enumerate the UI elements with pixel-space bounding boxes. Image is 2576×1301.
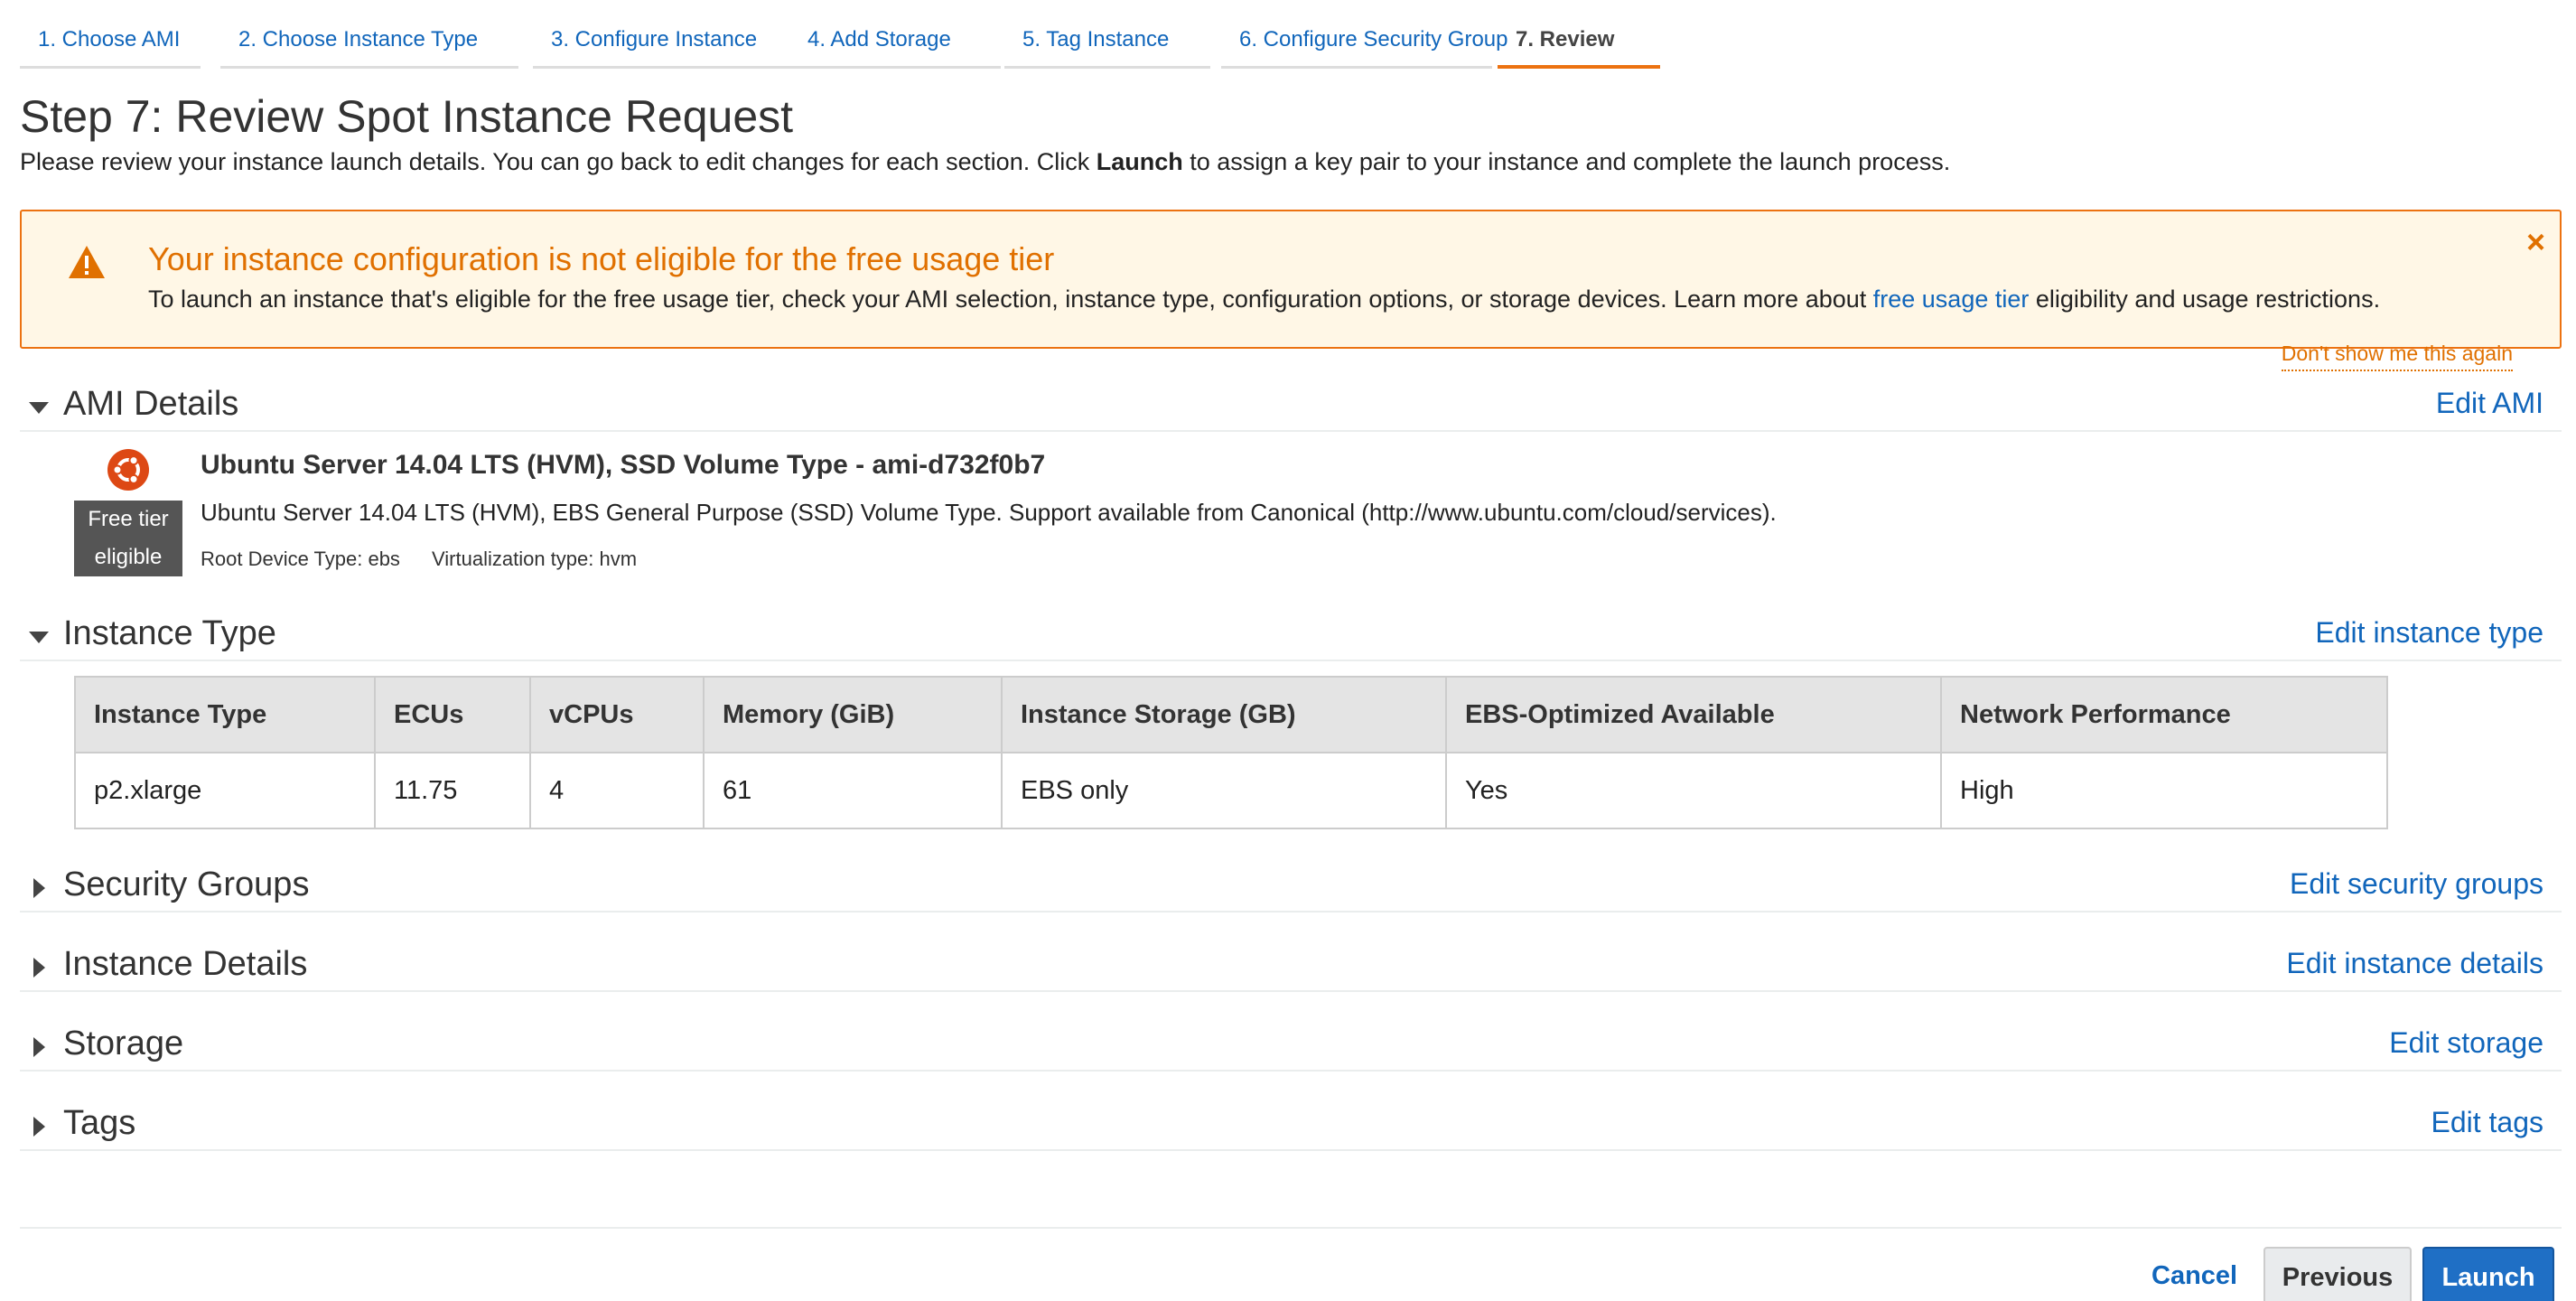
tab-configure-instance[interactable]: 3. Configure Instance: [533, 16, 789, 69]
warning-title: Your instance configuration is not eligi…: [148, 240, 1055, 277]
tab-choose-instance-type[interactable]: 2. Choose Instance Type: [220, 16, 518, 69]
column-header: Network Performance: [1940, 676, 2388, 753]
table-cell: 61: [703, 752, 1003, 829]
section-instance-details[interactable]: Instance Details Edit instance details: [20, 940, 2562, 992]
section-ami-details[interactable]: AMI Details Edit AMI: [20, 379, 2562, 432]
section-title-instance-details: Instance Details: [63, 945, 308, 983]
caret-right-icon: [33, 958, 45, 978]
column-header: ECUs: [374, 676, 531, 753]
edit-instance-type-link[interactable]: Edit instance type: [2315, 616, 2543, 650]
column-header: Instance Storage (GB): [1001, 676, 1447, 753]
subtitle-text-before: Please review your instance launch detai…: [20, 148, 1097, 175]
edit-instance-details-link[interactable]: Edit instance details: [2286, 947, 2543, 980]
wizard-tabs: 1. Choose AMI 2. Choose Instance Type 3.…: [20, 16, 2567, 72]
subtitle-launch-bold: Launch: [1096, 148, 1183, 175]
edit-storage-link[interactable]: Edit storage: [2389, 1026, 2543, 1060]
tab-choose-ami[interactable]: 1. Choose AMI: [20, 16, 201, 69]
table-cell: 4: [529, 752, 705, 829]
section-storage[interactable]: Storage Edit storage: [20, 1019, 2562, 1072]
free-tier-warning-banner: Your instance configuration is not eligi…: [20, 210, 2562, 349]
caret-right-icon: [33, 1037, 45, 1057]
tab-add-storage[interactable]: 4. Add Storage: [789, 16, 1001, 69]
column-header: EBS-Optimized Available: [1445, 676, 1942, 753]
warning-icon: [69, 246, 105, 278]
previous-button[interactable]: Previous: [2263, 1247, 2412, 1301]
dont-show-again-link[interactable]: Don't show me this again: [2281, 342, 2513, 371]
table-header-row: Instance Type ECUs vCPUs Memory (GiB) In…: [74, 676, 2388, 753]
section-title-security-groups: Security Groups: [63, 866, 310, 903]
table-row: p2.xlarge 11.75 4 61 EBS only Yes High: [74, 752, 2388, 829]
page-title: Step 7: Review Spot Instance Request: [20, 91, 794, 142]
table-cell: Yes: [1445, 752, 1942, 829]
ubuntu-logo-icon: [107, 449, 149, 491]
page: 1. Choose AMI 2. Choose Instance Type 3.…: [0, 0, 2576, 1301]
table-cell: p2.xlarge: [74, 752, 376, 829]
caret-down-icon: [29, 402, 49, 414]
section-title-instance-type: Instance Type: [63, 614, 276, 652]
edit-tags-link[interactable]: Edit tags: [2431, 1106, 2543, 1139]
table-cell: High: [1940, 752, 2388, 829]
section-tags[interactable]: Tags Edit tags: [20, 1099, 2562, 1151]
badge-line-1: Free tier: [88, 507, 169, 531]
free-usage-tier-link[interactable]: free usage tier: [1873, 285, 2030, 313]
cancel-button[interactable]: Cancel: [2151, 1261, 2237, 1291]
edit-ami-link[interactable]: Edit AMI: [2436, 387, 2543, 420]
section-title-ami-details: AMI Details: [63, 385, 239, 423]
warning-text: To launch an instance that's eligible fo…: [148, 285, 2380, 314]
tab-review[interactable]: 7. Review: [1498, 16, 1660, 69]
instance-type-table: Instance Type ECUs vCPUs Memory (GiB) In…: [74, 676, 2388, 829]
caret-down-icon: [29, 632, 49, 643]
ami-virtualization-type: Virtualization type: hvm: [432, 548, 638, 570]
free-tier-eligible-badge: Free tier eligible: [74, 501, 182, 576]
footer-divider: [20, 1227, 2562, 1229]
table-cell: 11.75: [374, 752, 531, 829]
badge-line-2: eligible: [94, 545, 163, 569]
ami-description: Ubuntu Server 14.04 LTS (HVM), EBS Gener…: [201, 499, 1777, 526]
tab-tag-instance[interactable]: 5. Tag Instance: [1004, 16, 1210, 69]
section-instance-type[interactable]: Instance Type Edit instance type: [20, 609, 2562, 661]
caret-right-icon: [33, 878, 45, 898]
table-cell: EBS only: [1001, 752, 1447, 829]
column-header: vCPUs: [529, 676, 705, 753]
section-title-storage: Storage: [63, 1025, 184, 1062]
subtitle-text-after: to assign a key pair to your instance an…: [1182, 148, 1951, 175]
ami-root-device-type: Root Device Type: ebs: [201, 548, 400, 570]
page-subtitle: Please review your instance launch detai…: [20, 148, 1950, 176]
section-title-tags: Tags: [63, 1104, 136, 1142]
column-header: Memory (GiB): [703, 676, 1003, 753]
tab-configure-security-group[interactable]: 6. Configure Security Group: [1221, 16, 1507, 69]
caret-right-icon: [33, 1117, 45, 1137]
warning-text-before: To launch an instance that's eligible fo…: [148, 285, 1873, 313]
section-security-groups[interactable]: Security Groups Edit security groups: [20, 860, 2562, 913]
close-icon[interactable]: ×: [2526, 226, 2545, 258]
ami-name: Ubuntu Server 14.04 LTS (HVM), SSD Volum…: [201, 450, 1046, 480]
warning-text-after: eligibility and usage restrictions.: [2029, 285, 2381, 313]
launch-button[interactable]: Launch: [2422, 1247, 2554, 1301]
edit-security-groups-link[interactable]: Edit security groups: [2290, 867, 2543, 901]
column-header: Instance Type: [74, 676, 376, 753]
